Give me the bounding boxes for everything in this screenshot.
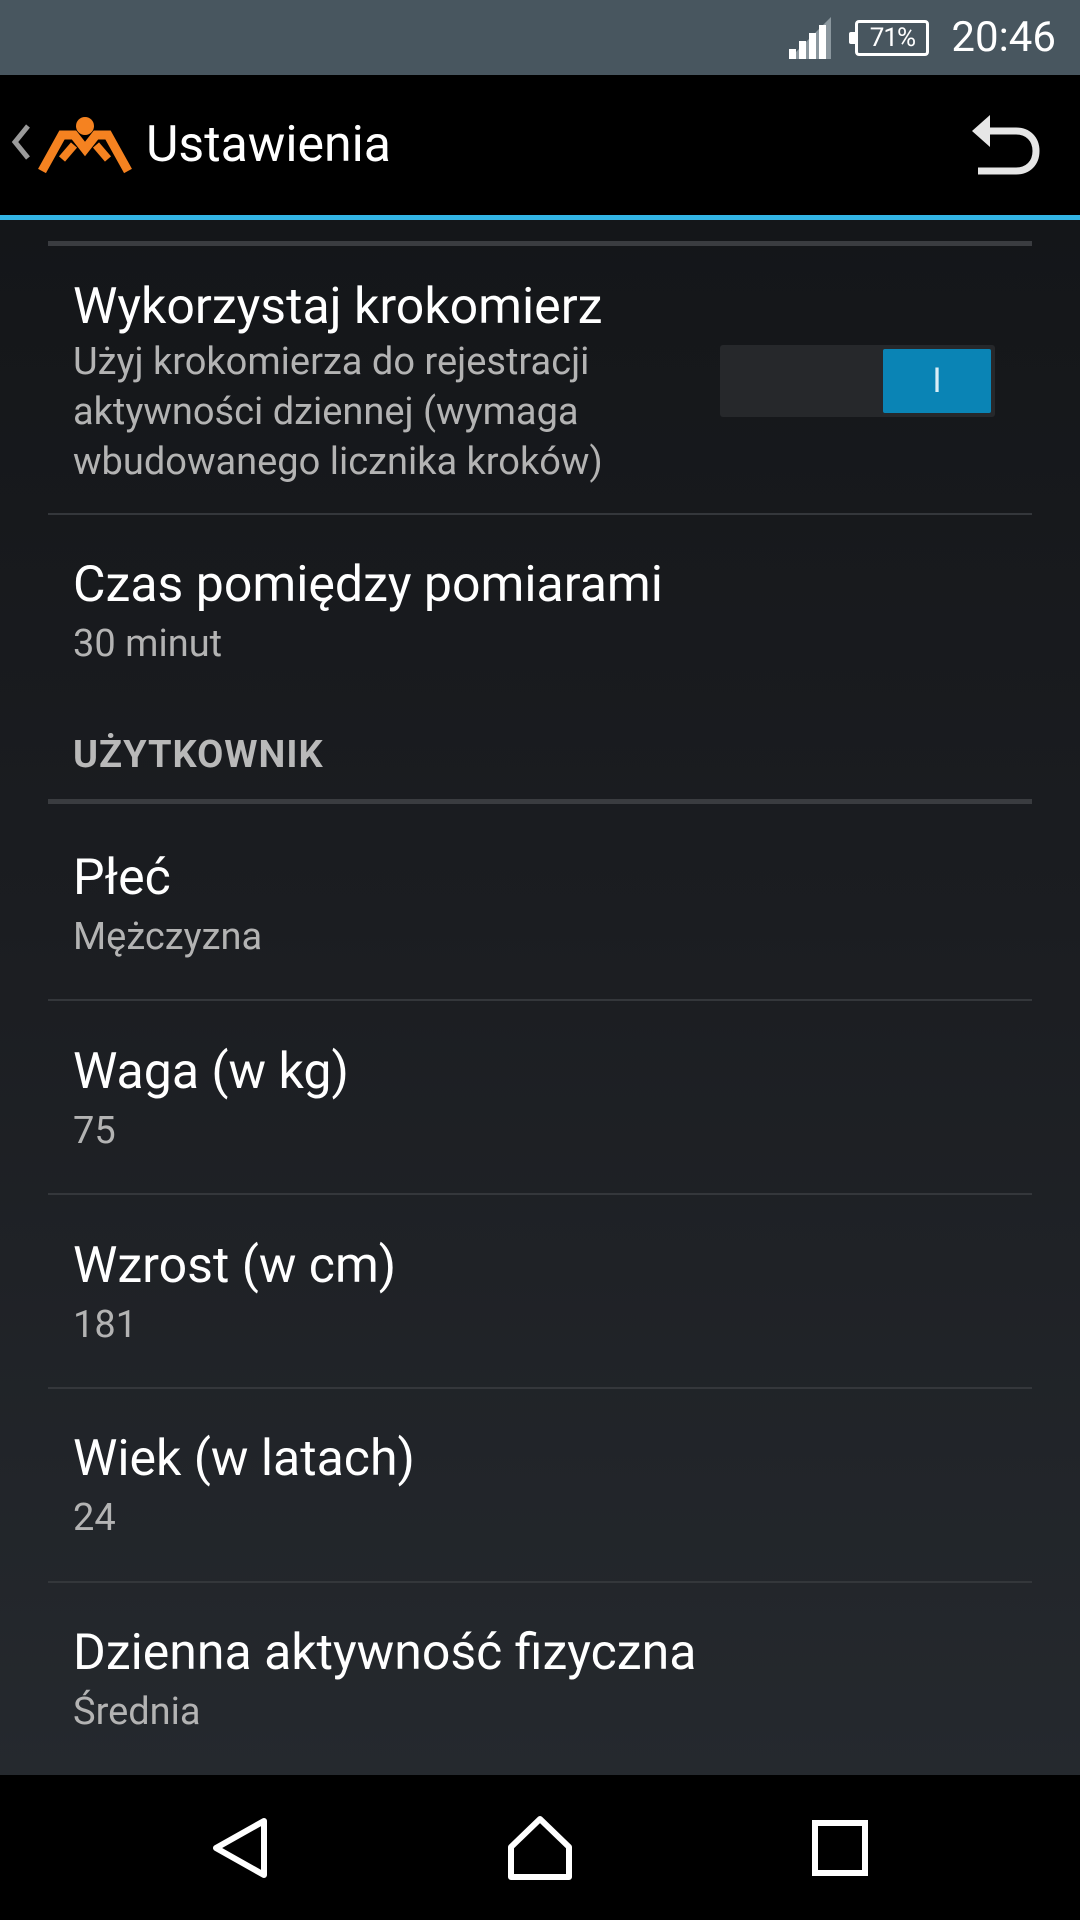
- setting-title: Dzienna aktywność fizyczna: [73, 1624, 697, 1682]
- setting-title: Płeć: [73, 849, 171, 907]
- setting-value: Średnia: [73, 1690, 201, 1734]
- setting-title: Wzrost (w cm): [73, 1237, 397, 1295]
- setting-value: 30 minut: [73, 622, 223, 666]
- home-icon[interactable]: [505, 1813, 575, 1883]
- section-header-user: UŻYTKOWNIK: [73, 733, 324, 777]
- status-time: 20:46: [951, 13, 1056, 62]
- setting-gender[interactable]: Płeć Mężczyzna: [73, 848, 1013, 962]
- divider: [48, 241, 1032, 246]
- settings-list[interactable]: Wykorzystaj krokomierz Użyj krokomierza …: [0, 220, 1080, 1775]
- page-title: Ustawienia: [146, 116, 391, 174]
- setting-value: 75: [73, 1109, 116, 1153]
- navigation-bar: [0, 1775, 1080, 1920]
- app-logo-icon[interactable]: [38, 115, 132, 175]
- divider: [48, 999, 1032, 1001]
- setting-interval[interactable]: Czas pomiędzy pomiarami 30 minut: [73, 555, 1013, 669]
- setting-height[interactable]: Wzrost (w cm) 181: [73, 1236, 1013, 1350]
- signal-icon: [789, 16, 832, 59]
- battery-icon: 71%: [849, 19, 930, 56]
- recent-apps-icon[interactable]: [805, 1813, 875, 1883]
- status-bar: 71% 20:46: [0, 0, 1080, 75]
- up-chevron-icon[interactable]: [10, 120, 32, 165]
- setting-title: Czas pomiędzy pomiarami: [73, 556, 663, 614]
- setting-summary: Użyj krokomierza do rejestracji aktywnoś…: [73, 340, 603, 484]
- setting-value: Mężczyzna: [73, 915, 263, 959]
- divider: [48, 1581, 1032, 1583]
- setting-age[interactable]: Wiek (w latach) 24: [73, 1429, 1013, 1543]
- divider: [48, 513, 1032, 515]
- setting-value: 181: [73, 1303, 138, 1347]
- back-icon[interactable]: [206, 1813, 276, 1883]
- setting-title: Waga (w kg): [73, 1043, 349, 1101]
- divider: [48, 1387, 1032, 1389]
- divider: [48, 1193, 1032, 1195]
- setting-title: Wiek (w latach): [73, 1430, 415, 1488]
- setting-activity[interactable]: Dzienna aktywność fizyczna Średnia: [73, 1623, 1013, 1737]
- battery-percent: 71%: [869, 22, 916, 53]
- pedometer-toggle[interactable]: I: [720, 345, 995, 417]
- setting-weight[interactable]: Waga (w kg) 75: [73, 1042, 1013, 1156]
- divider: [48, 799, 1032, 804]
- setting-title: Wykorzystaj krokomierz: [73, 278, 603, 336]
- toggle-thumb: I: [883, 349, 991, 413]
- undo-icon[interactable]: [970, 113, 1040, 179]
- action-bar: Ustawienia: [0, 75, 1080, 220]
- setting-value: 24: [73, 1496, 116, 1540]
